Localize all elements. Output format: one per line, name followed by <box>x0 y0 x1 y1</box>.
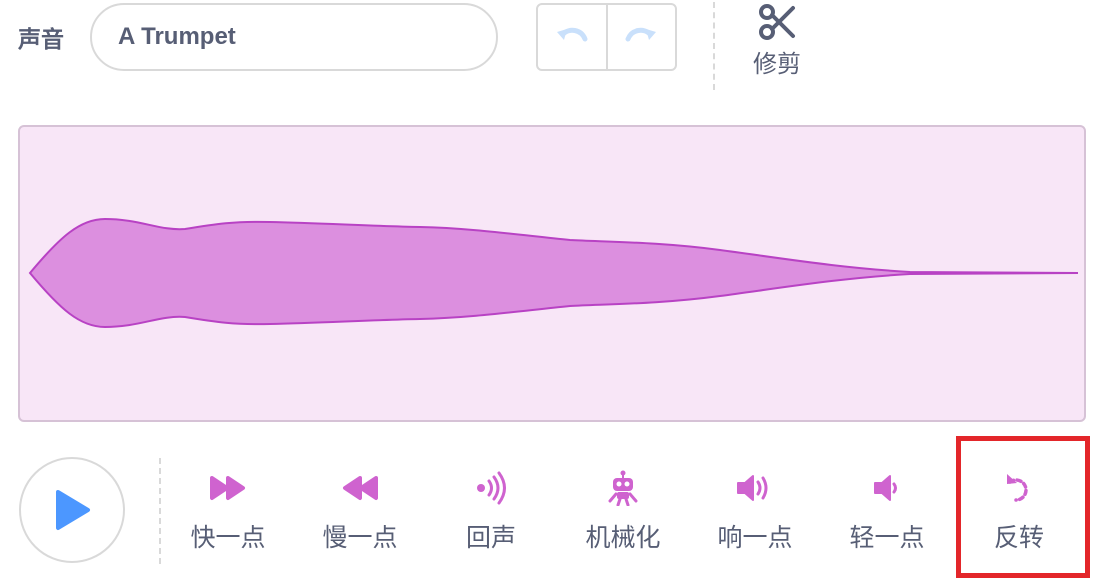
effect-reverse-button[interactable]: 反转 <box>963 468 1075 558</box>
effect-label: 慢一点 <box>322 523 398 552</box>
waveform-display[interactable] <box>18 125 1086 422</box>
waveform-svg <box>28 217 1079 329</box>
effect-label: 回声 <box>465 523 516 552</box>
echo-waves-icon <box>477 471 506 505</box>
redo-button[interactable] <box>605 5 676 69</box>
reverse-arrow-icon <box>1007 474 1028 502</box>
fast-forward-icon <box>210 476 245 500</box>
effect-label: 响一点 <box>717 523 793 552</box>
speaker-loud-icon <box>737 475 768 501</box>
effect-label: 轻一点 <box>849 523 925 552</box>
sound-name-input[interactable] <box>90 3 498 71</box>
toolbar-divider <box>713 2 715 90</box>
effect-label: 反转 <box>993 523 1044 552</box>
effect-slower-button[interactable]: 慢一点 <box>304 468 416 558</box>
redo-arrow-icon <box>625 27 657 42</box>
effect-label: 快一点 <box>190 523 266 552</box>
sound-label: 声音 <box>18 27 64 53</box>
waveform-shape <box>28 217 1079 329</box>
undo-redo-group <box>536 3 677 71</box>
sound-editor-header: 声音 修剪 <box>0 0 1117 100</box>
play-button[interactable] <box>19 457 125 563</box>
trim-label: 修剪 <box>753 50 801 78</box>
effect-louder-button[interactable]: 响一点 <box>699 468 811 558</box>
undo-arrow-icon <box>556 27 588 42</box>
trim-button[interactable]: 修剪 <box>740 2 814 88</box>
scissors-icon <box>759 4 795 40</box>
undo-button[interactable] <box>538 5 606 69</box>
speaker-soft-icon <box>874 475 897 501</box>
effect-softer-button[interactable]: 轻一点 <box>831 468 943 558</box>
effect-echo-button[interactable]: 回声 <box>435 468 547 558</box>
effects-divider <box>159 458 161 564</box>
effect-label: 机械化 <box>585 523 661 552</box>
robot-icon <box>608 470 638 506</box>
play-triangle-icon <box>56 490 90 530</box>
effect-robot-button[interactable]: 机械化 <box>567 468 679 558</box>
effect-faster-button[interactable]: 快一点 <box>172 468 284 558</box>
rewind-icon <box>343 476 378 500</box>
